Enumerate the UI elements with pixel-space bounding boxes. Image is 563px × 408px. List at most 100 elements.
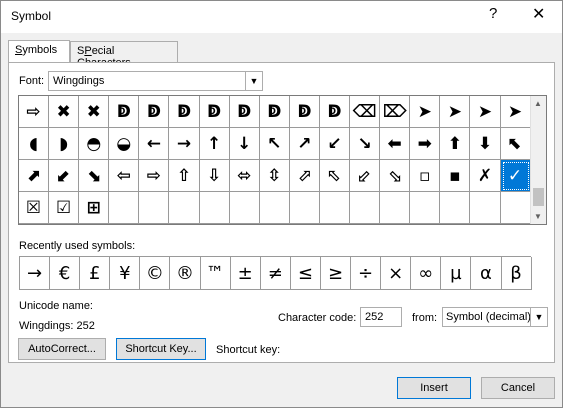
symbol-cell[interactable]: ⬃: [350, 160, 381, 192]
symbol-cell[interactable]: ↖: [259, 128, 290, 160]
insert-button[interactable]: Insert: [397, 377, 471, 399]
symbol-cell[interactable]: ⌦: [380, 96, 411, 128]
symbol-grid[interactable]: ⇨ ✖ ✖ ↁ ↁ ↁ ↁ ↁ ↁ ↁ ↁ ⌫ ⌦ ➤ ➤ ➤ ➤ ◖ ◗ ◓ ◒ ← → ↑ ↓ ↖ ↗ ↙ ↘ ⬅ ➡ ⬆ ⬇ ⬉ ⬈ ⬋ ⬊ ⇦ ⇨ ⇧…: [19, 96, 531, 224]
symbol-cell[interactable]: ⬀: [289, 160, 320, 192]
symbol-cell[interactable]: ↁ: [289, 96, 320, 128]
symbol-cell[interactable]: ↘: [350, 128, 381, 160]
symbol-cell[interactable]: ↁ: [199, 96, 230, 128]
symbol-cell[interactable]: ▫: [410, 160, 441, 192]
recent-symbol-cell[interactable]: →: [20, 257, 51, 290]
symbol-cell[interactable]: ⬈: [19, 160, 50, 192]
symbol-cell[interactable]: ⬇: [470, 128, 501, 160]
close-icon[interactable]: ✕: [532, 4, 545, 24]
tab-symbols[interactable]: Symbols: [8, 40, 70, 62]
symbol-cell[interactable]: ◗: [49, 128, 80, 160]
symbol-cell[interactable]: ◓: [79, 128, 110, 160]
recent-symbol-cell[interactable]: ©: [140, 257, 171, 290]
symbol-cell[interactable]: ⬋: [49, 160, 80, 192]
symbol-cell[interactable]: [199, 192, 230, 224]
symbol-cell[interactable]: ↁ: [229, 96, 260, 128]
symbol-cell[interactable]: ◒: [109, 128, 140, 160]
chevron-down-icon[interactable]: ▼: [245, 72, 262, 90]
symbol-cell[interactable]: [139, 192, 170, 224]
symbol-cell[interactable]: ⌫: [350, 96, 381, 128]
symbol-cell[interactable]: ☑: [49, 192, 80, 224]
recent-symbol-cell[interactable]: ±: [230, 257, 261, 290]
symbol-cell[interactable]: ✓: [500, 160, 531, 192]
character-code-input[interactable]: 252: [360, 307, 402, 327]
recent-symbol-cell[interactable]: ≠: [260, 257, 291, 290]
recent-symbol-cell[interactable]: ÷: [351, 257, 382, 290]
from-dropdown[interactable]: Symbol (decimal) ▼: [442, 307, 548, 327]
scroll-thumb[interactable]: [533, 188, 544, 206]
recent-symbols-grid[interactable]: → € £ ¥ © ® ™ ± ≠ ≤ ≥ ÷ × ∞ µ α β: [19, 256, 532, 290]
symbol-cell[interactable]: [380, 192, 411, 224]
symbol-cell[interactable]: →: [169, 128, 200, 160]
recent-symbol-cell[interactable]: ≥: [320, 257, 352, 290]
symbol-cell[interactable]: ↁ: [169, 96, 200, 128]
symbol-cell[interactable]: ↑: [199, 128, 230, 160]
symbol-cell[interactable]: ⬊: [79, 160, 110, 192]
recent-symbol-cell[interactable]: ¥: [110, 257, 141, 290]
symbol-cell[interactable]: ⇧: [169, 160, 200, 192]
symbol-cell[interactable]: ⬄: [229, 160, 260, 192]
symbol-cell[interactable]: [440, 192, 471, 224]
symbol-cell[interactable]: ⬂: [380, 160, 411, 192]
tab-special-characters[interactable]: SPecial Characters: [70, 41, 178, 69]
recent-symbol-cell[interactable]: €: [50, 257, 81, 290]
symbol-cell[interactable]: ⬅: [380, 128, 411, 160]
symbol-cell[interactable]: ☒: [19, 192, 50, 224]
scroll-up-icon[interactable]: ▲: [534, 99, 542, 108]
symbol-cell[interactable]: ⇦: [109, 160, 140, 192]
font-dropdown[interactable]: Wingdings ▼: [48, 71, 263, 91]
symbol-cell[interactable]: ↁ: [259, 96, 290, 128]
symbol-cell[interactable]: ⊞: [79, 192, 110, 224]
recent-symbol-cell[interactable]: β: [501, 257, 532, 290]
symbol-cell[interactable]: ↁ: [139, 96, 170, 128]
symbol-cell[interactable]: ↗: [289, 128, 320, 160]
recent-symbol-cell[interactable]: ®: [170, 257, 201, 290]
symbol-cell[interactable]: ⇨: [139, 160, 170, 192]
recent-symbol-cell[interactable]: ™: [200, 257, 231, 290]
symbol-cell[interactable]: [500, 192, 531, 224]
symbol-cell[interactable]: ✖: [49, 96, 80, 128]
recent-symbol-cell[interactable]: ×: [381, 257, 412, 290]
symbol-cell[interactable]: [350, 192, 381, 224]
symbol-cell[interactable]: ➤: [500, 96, 531, 128]
symbol-cell[interactable]: ⇳: [259, 160, 290, 192]
symbol-cell[interactable]: ➤: [410, 96, 441, 128]
symbol-cell[interactable]: ↁ: [109, 96, 140, 128]
symbol-cell[interactable]: ◖: [19, 128, 50, 160]
cancel-button[interactable]: Cancel: [481, 377, 555, 399]
symbol-cell[interactable]: [109, 192, 140, 224]
symbol-cell[interactable]: ⬉: [500, 128, 531, 160]
symbol-cell[interactable]: ⬁: [319, 160, 351, 192]
symbol-cell[interactable]: [470, 192, 501, 224]
symbol-cell[interactable]: ↁ: [319, 96, 351, 128]
recent-symbol-cell[interactable]: ∞: [411, 257, 442, 290]
recent-symbol-cell[interactable]: µ: [441, 257, 472, 290]
symbol-cell[interactable]: ▪: [440, 160, 471, 192]
chevron-down-icon[interactable]: ▼: [530, 308, 547, 326]
symbol-cell[interactable]: [169, 192, 200, 224]
symbol-cell[interactable]: ✗: [470, 160, 501, 192]
scroll-down-icon[interactable]: ▼: [534, 212, 542, 221]
help-icon[interactable]: ?: [489, 5, 497, 22]
symbol-cell[interactable]: [229, 192, 260, 224]
shortcut-key-button[interactable]: Shortcut Key...: [116, 338, 206, 360]
recent-symbol-cell[interactable]: £: [80, 257, 111, 290]
symbol-cell[interactable]: ↙: [319, 128, 351, 160]
symbol-cell[interactable]: [259, 192, 290, 224]
symbol-cell[interactable]: ⇩: [199, 160, 230, 192]
symbol-cell[interactable]: ➤: [470, 96, 501, 128]
symbol-cell[interactable]: [319, 192, 351, 224]
symbol-cell[interactable]: [289, 192, 320, 224]
symbol-cell[interactable]: [410, 192, 441, 224]
symbol-cell[interactable]: ➤: [440, 96, 471, 128]
symbol-cell[interactable]: ⬆: [440, 128, 471, 160]
symbol-cell[interactable]: ←: [139, 128, 170, 160]
symbol-cell[interactable]: ↓: [229, 128, 260, 160]
symbol-cell[interactable]: ✖: [79, 96, 110, 128]
recent-symbol-cell[interactable]: α: [471, 257, 502, 290]
symbol-cell[interactable]: ➡: [410, 128, 441, 160]
